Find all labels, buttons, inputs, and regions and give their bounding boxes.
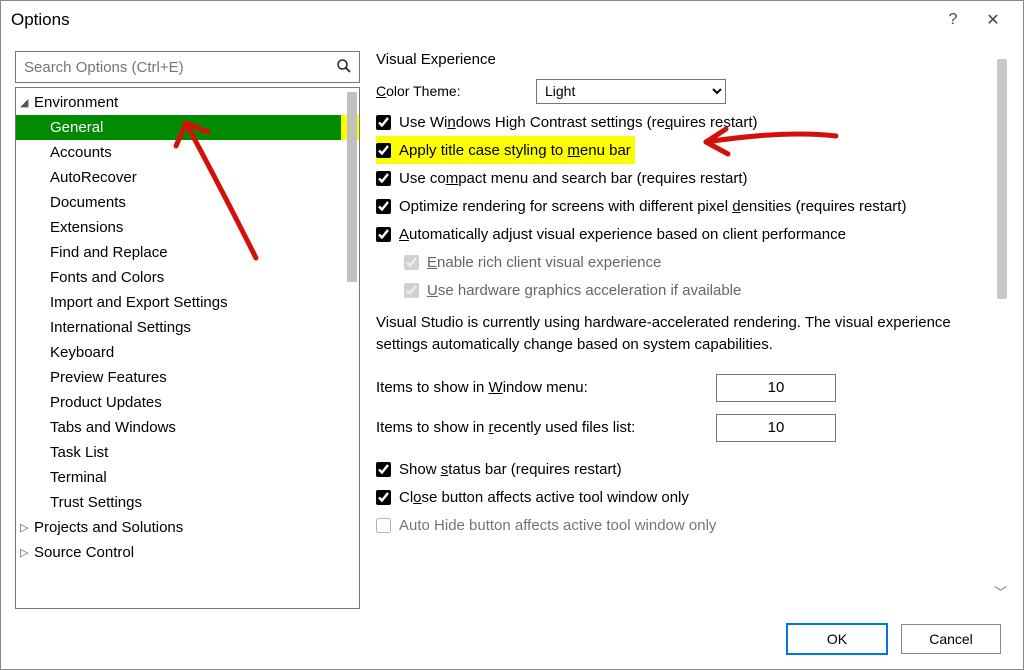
expand-icon: ▷ — [20, 546, 34, 559]
tree-item-documents[interactable]: Documents — [16, 190, 359, 215]
tree-item-trust[interactable]: Trust Settings — [16, 490, 359, 515]
cancel-button[interactable]: Cancel — [901, 624, 1001, 654]
right-scrollbar[interactable] — [997, 59, 1007, 299]
chk-auto-hide-box[interactable] — [376, 518, 391, 533]
tree-projects[interactable]: ▷Projects and Solutions — [16, 515, 359, 540]
window-title: Options — [11, 10, 70, 30]
chk-auto-adjust-box[interactable] — [376, 227, 391, 242]
chk-auto-adjust[interactable]: Automatically adjust visual experience b… — [376, 220, 991, 248]
tree-environment[interactable]: ◢Environment — [16, 90, 359, 115]
chevron-down-icon[interactable]: ﹀ — [994, 582, 1007, 601]
chk-status-bar[interactable]: Show status bar (requires restart) — [376, 456, 991, 484]
tree-item-task-list[interactable]: Task List — [16, 440, 359, 465]
chk-auto-hide[interactable]: Auto Hide button affects active tool win… — [376, 512, 991, 540]
chk-close-affects-box[interactable] — [376, 490, 391, 505]
tree-item-fonts-colors[interactable]: Fonts and Colors — [16, 265, 359, 290]
tree-item-general[interactable]: General — [16, 115, 341, 140]
chk-optimize[interactable]: Optimize rendering for screens with diff… — [376, 192, 991, 220]
chk-title-case-box[interactable] — [376, 143, 391, 158]
tree-source-control[interactable]: ▷Source Control — [16, 540, 359, 565]
section-title: Visual Experience — [376, 51, 991, 68]
tree-item-import-export[interactable]: Import and Export Settings — [16, 290, 359, 315]
tree-item-autorecover[interactable]: AutoRecover — [16, 165, 359, 190]
tree-scrollbar[interactable] — [347, 92, 357, 282]
ok-button[interactable]: OK — [787, 624, 887, 654]
rendering-note: Visual Studio is currently using hardwar… — [376, 312, 991, 356]
tree-item-find-replace[interactable]: Find and Replace — [16, 240, 359, 265]
window-menu-input[interactable] — [716, 374, 836, 402]
tree-item-international[interactable]: International Settings — [16, 315, 359, 340]
chk-high-contrast-box[interactable] — [376, 115, 391, 130]
expand-icon: ▷ — [20, 521, 34, 534]
chk-rich-client-box — [404, 255, 419, 270]
tree-item-accounts[interactable]: Accounts — [16, 140, 359, 165]
tree-item-product-updates[interactable]: Product Updates — [16, 390, 359, 415]
color-theme-select[interactable]: Light — [536, 79, 726, 104]
search-input[interactable] — [15, 51, 360, 83]
dialog-footer: OK Cancel — [1, 609, 1023, 669]
recent-files-label: Items to show in recently used files lis… — [376, 419, 716, 436]
options-dialog: Options ? ✕ ◢Environment General Account… — [0, 0, 1024, 670]
tree-item-terminal[interactable]: Terminal — [16, 465, 359, 490]
recent-files-input[interactable] — [716, 414, 836, 442]
tree-item-extensions[interactable]: Extensions — [16, 215, 359, 240]
window-menu-label: Items to show in Window menu: — [376, 379, 716, 396]
chk-high-contrast[interactable]: Use Windows High Contrast settings (requ… — [376, 108, 991, 136]
options-tree[interactable]: ◢Environment General Accounts AutoRecove… — [15, 87, 360, 609]
chk-compact-box[interactable] — [376, 171, 391, 186]
chk-status-bar-box[interactable] — [376, 462, 391, 477]
tree-item-preview[interactable]: Preview Features — [16, 365, 359, 390]
chk-close-affects[interactable]: Close button affects active tool window … — [376, 484, 991, 512]
chk-hw-accel-box — [404, 283, 419, 298]
color-theme-label: Color Theme: — [376, 83, 536, 99]
chk-title-case[interactable]: Apply title case styling to menu bar — [376, 136, 635, 164]
chk-hw-accel: Use hardware graphics acceleration if av… — [376, 276, 991, 304]
tree-item-tabs-windows[interactable]: Tabs and Windows — [16, 415, 359, 440]
tree-item-keyboard[interactable]: Keyboard — [16, 340, 359, 365]
title-bar: Options ? ✕ — [1, 1, 1023, 41]
chk-compact[interactable]: Use compact menu and search bar (require… — [376, 164, 991, 192]
close-button[interactable]: ✕ — [973, 10, 1013, 30]
collapse-icon: ◢ — [20, 96, 34, 109]
chk-optimize-box[interactable] — [376, 199, 391, 214]
chk-rich-client: Enable rich client visual experience — [376, 248, 991, 276]
help-button[interactable]: ? — [933, 11, 973, 29]
